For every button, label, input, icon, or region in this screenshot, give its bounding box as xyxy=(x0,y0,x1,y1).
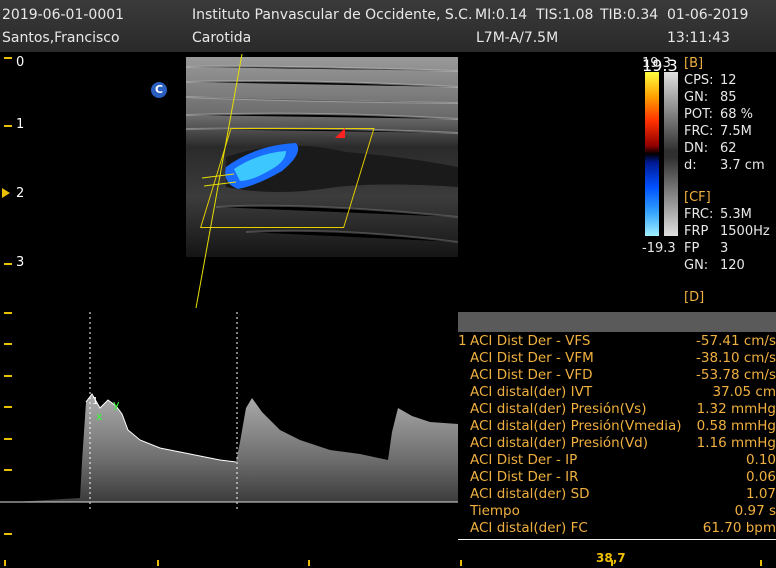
institution-name: Instituto Panvascular de Occidente, S.C. xyxy=(192,7,473,23)
exam-id: 2019-06-01-0001 xyxy=(2,7,125,23)
measurement-row: ACI distal(der) Presión(Vmedia) 0.58 mmHg xyxy=(470,418,776,434)
time-tick xyxy=(460,560,462,566)
depth-tick xyxy=(4,125,12,127)
measurement-row: ACI distal(der) FC 61.70 bpm xyxy=(470,520,776,536)
measurement-row: ACI distal(der) Presión(Vs) 1.32 mmHg xyxy=(470,401,776,417)
measurement-row: Tiempo 0.97 s xyxy=(470,503,776,519)
tib-value: TIB:0.34 xyxy=(600,7,659,23)
color-scale-bottom-label: -19.3 xyxy=(642,241,676,256)
b-param-row: CPS: 12 xyxy=(684,73,737,88)
depth-label-2: 2 xyxy=(16,186,25,201)
b-params-list: CPS: 12 GN: 85 POT: 68 % FRC: 7.5M DN: 62 d: 3… xyxy=(684,73,765,175)
spectral-waveform xyxy=(0,312,458,512)
cf-param-row: FRC: 5.3M xyxy=(684,207,752,222)
flow-direction-icon xyxy=(335,128,345,138)
study-name: Carotida xyxy=(192,30,252,46)
caliper-label-1: 1 xyxy=(92,396,99,407)
depth-label-3: 3 xyxy=(16,255,25,270)
measurement-row: ACI Dist Der - IP 0.10 xyxy=(470,452,776,468)
b-param-row: GN: 85 xyxy=(684,90,737,105)
depth-tick xyxy=(4,57,12,59)
measurement-row: ACI Dist Der - IR 0.06 xyxy=(470,469,776,485)
exam-time: 13:11:43 xyxy=(667,30,730,46)
measurement-header-bar xyxy=(458,312,776,332)
d-params-title: [D] xyxy=(684,290,705,305)
exam-date: 01-06-2019 xyxy=(667,7,749,23)
caliper-marker-y[interactable]: y xyxy=(113,398,120,411)
b-param-row: FRC: 7.5M xyxy=(684,124,752,139)
b-params-title: [B] xyxy=(684,56,704,71)
doppler-cursor[interactable] xyxy=(190,54,250,310)
time-tick xyxy=(4,560,6,566)
cf-param-row: FRP 1500Hz xyxy=(684,224,770,239)
gray-color-bar xyxy=(664,72,678,236)
b-param-row: DN: 62 xyxy=(684,141,737,156)
measurement-row: ACI Dist Der - VFM -38.10 cm/s xyxy=(470,350,776,366)
focus-marker-icon xyxy=(2,188,10,198)
caliper-marker-x[interactable]: x xyxy=(96,410,103,423)
probe-name: L7M-A/7.5M xyxy=(476,30,559,46)
measurement-table: 1 ACI Dist Der - VFS -57.41 cm/s ACI Dist … xyxy=(458,333,776,537)
measurement-row: ACI Dist Der - VFD -53.78 cm/s xyxy=(470,367,776,383)
bottom-value: 38,7 xyxy=(596,551,626,565)
depth-label-0: 0 xyxy=(16,55,25,70)
velocity-color-bar xyxy=(645,72,659,236)
tis-value: TIS:1.08 xyxy=(536,7,594,23)
measurement-row: ACI distal(der) Presión(Vd) 1.16 mmHg xyxy=(470,435,776,451)
b-param-row: d: 3.7 cm xyxy=(684,158,765,173)
time-tick xyxy=(308,560,310,566)
patient-name: Santos,Francisco xyxy=(2,30,120,46)
b-param-row: POT: 68 % xyxy=(684,107,754,122)
spectral-tick xyxy=(4,533,12,535)
cf-params-title: [CF] xyxy=(684,190,711,205)
cf-params-list: FRC: 5.3M FRP 1500Hz FP 3 GN: 120 xyxy=(684,207,770,275)
mi-value: MI:0.14 xyxy=(475,7,528,23)
measurement-row: 1 ACI Dist Der - VFS -57.41 cm/s xyxy=(458,333,776,349)
orientation-marker: C xyxy=(151,82,167,98)
measurement-row: ACI distal(der) IVT 37.05 cm xyxy=(470,384,776,400)
color-scale-top-label: 19.3 xyxy=(642,56,671,71)
depth-label-1: 1 xyxy=(16,117,25,132)
depth-tick xyxy=(4,263,12,265)
time-tick xyxy=(760,560,762,566)
measurement-divider xyxy=(458,539,776,540)
cf-param-row: FP 3 xyxy=(684,241,729,256)
measurement-row: ACI distal(der) SD 1.07 xyxy=(470,486,776,502)
time-tick xyxy=(157,560,159,566)
cf-param-row: GN: 120 xyxy=(684,258,745,273)
